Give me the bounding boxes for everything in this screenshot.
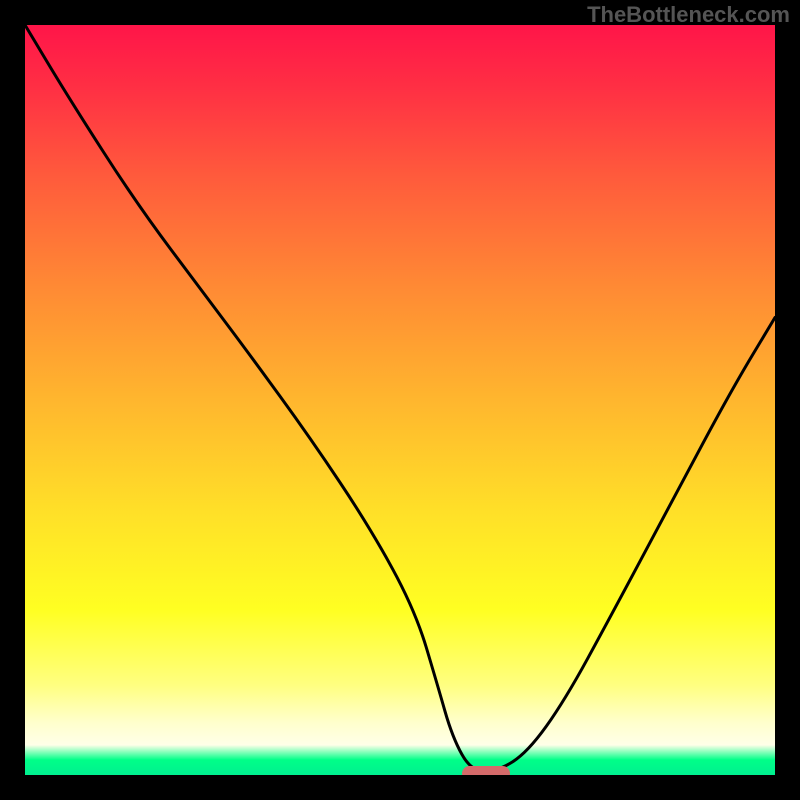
optimal-marker <box>462 766 510 775</box>
plot-area <box>25 25 775 775</box>
bottleneck-curve <box>25 25 775 775</box>
chart-container: TheBottleneck.com <box>0 0 800 800</box>
